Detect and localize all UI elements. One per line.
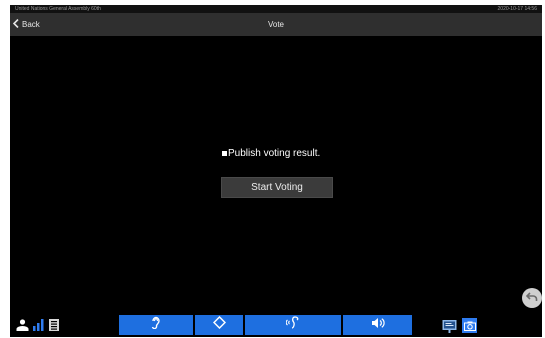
source-button[interactable] [195, 315, 243, 335]
left-toolbar-icons [16, 318, 59, 336]
speaker-waves-icon [285, 316, 300, 334]
volume-button[interactable] [343, 315, 412, 335]
volume-icon [371, 316, 385, 334]
status-title: United Nations General Assembly 60th [15, 6, 101, 12]
list-icon[interactable] [49, 318, 59, 336]
bar-chart-icon[interactable] [33, 318, 45, 336]
status-datetime: 2020-10-17 14:56 [497, 6, 537, 12]
ear-icon [151, 316, 161, 334]
presentation-icon[interactable] [442, 318, 457, 333]
publish-option[interactable]: Publish voting result. [222, 146, 320, 160]
undo-button[interactable] [522, 288, 542, 308]
page-title: Vote [267, 20, 284, 29]
publish-label: Publish voting result. [228, 147, 321, 159]
publish-checkbox[interactable] [222, 150, 227, 156]
device-screen: United Nations General Assembly 60th 202… [10, 5, 542, 337]
nav-bar: Back Vote [10, 13, 542, 36]
listen-button[interactable] [119, 315, 193, 335]
diamond-icon [212, 315, 226, 334]
status-bar: United Nations General Assembly 60th 202… [10, 5, 542, 13]
start-voting-button[interactable]: Start Voting [221, 177, 333, 198]
camera-icon[interactable] [462, 318, 477, 333]
bottom-toolbar [10, 311, 542, 337]
person-icon[interactable] [16, 318, 29, 336]
speak-button[interactable] [245, 315, 341, 335]
undo-icon [525, 289, 538, 307]
